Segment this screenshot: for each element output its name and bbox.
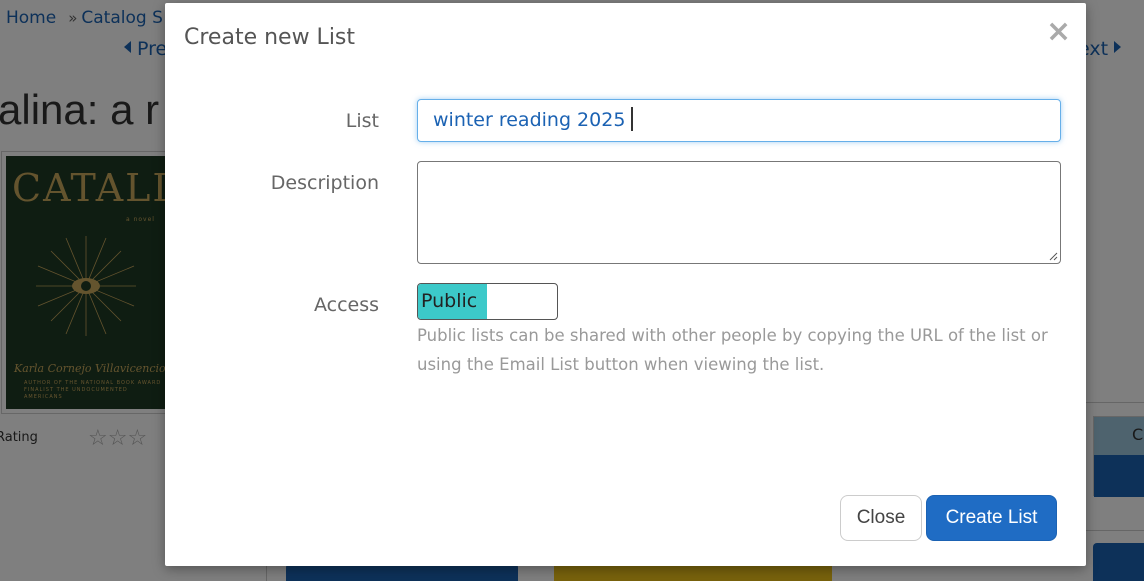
list-name-label: List	[345, 110, 379, 132]
dialog-title: Create new List	[184, 25, 356, 50]
text-cursor	[631, 107, 634, 131]
description-label: Description	[270, 172, 379, 194]
description-textarea[interactable]	[417, 161, 1061, 264]
close-icon[interactable]: ×	[1046, 17, 1071, 47]
list-name-input[interactable]: winter reading 2025	[417, 99, 1061, 142]
close-button[interactable]: Close	[840, 495, 922, 541]
access-help-text: Public lists can be shared with other pe…	[417, 326, 1048, 374]
access-toggle-value: Public	[418, 284, 487, 319]
list-name-value: winter reading 2025	[433, 109, 626, 131]
resize-grip-icon[interactable]	[1048, 251, 1058, 261]
access-toggle[interactable]: Public	[417, 283, 558, 320]
access-label: Access	[313, 294, 379, 316]
create-list-button[interactable]: Create List	[926, 495, 1057, 541]
create-list-dialog: Create new List × List winter reading 20…	[165, 3, 1086, 566]
